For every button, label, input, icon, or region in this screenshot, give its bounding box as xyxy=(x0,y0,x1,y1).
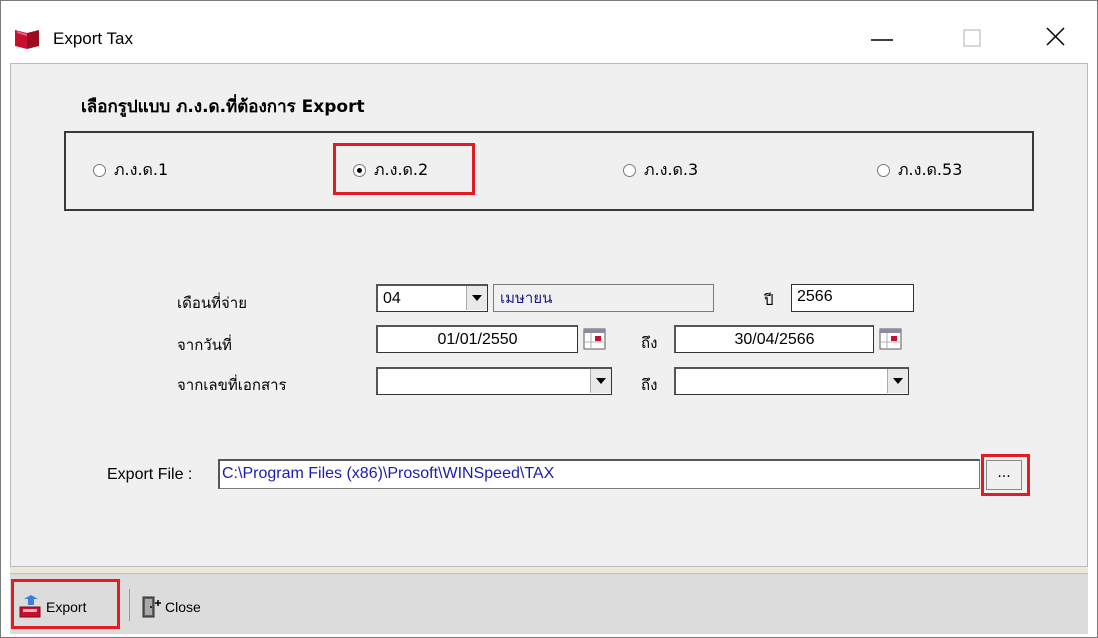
form-type-label: เลือกรูปแบบ ภ.ง.ด.ที่ต้องการ Export xyxy=(81,97,365,117)
export-path-input[interactable]: C:\Program Files (x86)\Prosoft\WINSpeed\… xyxy=(218,459,980,489)
radio-label: ภ.ง.ด.53 xyxy=(898,159,963,179)
book-icon xyxy=(15,30,39,49)
month-combo[interactable]: 04 xyxy=(376,284,488,312)
doc-to-dropdown-button[interactable] xyxy=(887,369,908,393)
month-dropdown-button[interactable] xyxy=(466,286,487,310)
to-date-label: ถึง xyxy=(641,334,658,352)
highlight-box-pnd2 xyxy=(333,143,475,195)
close-button-label: Close xyxy=(165,599,201,615)
minimize-button[interactable] xyxy=(863,21,909,57)
calendar-icon[interactable] xyxy=(583,327,607,351)
radio-circle xyxy=(93,163,106,177)
month-value: 04 xyxy=(383,290,401,307)
maximize-icon xyxy=(963,29,981,47)
doc-to-combo[interactable] xyxy=(674,367,909,395)
close-icon xyxy=(1046,27,1065,46)
year-label: ปี xyxy=(764,291,774,309)
minimize-icon xyxy=(871,39,893,41)
to-date-input[interactable]: 30/04/2566 xyxy=(674,325,874,353)
from-date-input[interactable]: 01/01/2550 xyxy=(376,325,578,353)
title-bar: Export Tax xyxy=(1,1,1097,61)
window-title: Export Tax xyxy=(53,29,134,48)
calendar-icon[interactable] xyxy=(879,327,903,351)
radio-circle xyxy=(623,163,636,177)
radio-label: ภ.ง.ด.3 xyxy=(644,159,699,179)
radio-label: ภ.ง.ด.1 xyxy=(114,159,169,179)
highlight-box-export xyxy=(11,579,120,629)
month-name-display: เมษายน xyxy=(493,284,714,312)
radio-circle xyxy=(877,163,890,177)
year-input[interactable]: 2566 xyxy=(791,284,914,312)
highlight-box-browse xyxy=(981,454,1030,496)
close-button[interactable]: Close xyxy=(141,589,201,625)
chevron-down-icon xyxy=(596,378,606,384)
radio-pnd53[interactable]: ภ.ง.ด.53 xyxy=(877,158,962,182)
doc-number-label: จากเลขที่เอกสาร xyxy=(177,376,287,394)
doc-from-dropdown-button[interactable] xyxy=(590,369,611,393)
chevron-down-icon xyxy=(893,378,903,384)
chevron-down-icon xyxy=(472,295,482,301)
toolbar-separator xyxy=(129,589,130,621)
door-exit-icon xyxy=(142,596,161,618)
radio-pnd3[interactable]: ภ.ง.ด.3 xyxy=(623,158,698,182)
doc-from-combo[interactable] xyxy=(376,367,612,395)
month-label: เดือนที่จ่าย xyxy=(177,294,248,312)
close-window-button[interactable] xyxy=(1041,21,1087,57)
radio-pnd1[interactable]: ภ.ง.ด.1 xyxy=(93,158,168,182)
export-tax-window: Export Tax เลือกรูปแบบ ภ.ง.ด.ที่ต้องการ … xyxy=(0,0,1098,638)
from-date-label: จากวันที่ xyxy=(177,336,232,354)
export-file-label: Export File : xyxy=(107,466,193,483)
doc-to-label: ถึง xyxy=(641,376,658,394)
maximize-button[interactable] xyxy=(955,21,1001,57)
